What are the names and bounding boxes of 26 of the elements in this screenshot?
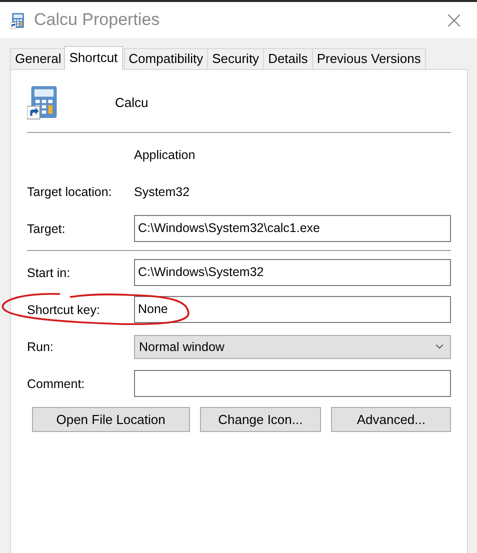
caret-icon	[435, 344, 444, 349]
tab[interactable]: General	[10, 48, 66, 69]
field-label: Shortcut key:	[27, 302, 100, 316]
field-label: Target location:	[27, 184, 112, 198]
field-label: Comment:	[27, 376, 85, 390]
field-label: Run:	[27, 340, 54, 354]
tab[interactable]: Previous Versions	[312, 48, 426, 69]
button[interactable]: Open File Location	[32, 407, 190, 432]
text-field[interactable]: C:\Windows\System32\calc1.exe	[134, 215, 451, 242]
text-field[interactable]: C:\Windows\System32	[134, 259, 451, 286]
field-label: Target:	[27, 222, 66, 236]
button[interactable]: Advanced...	[331, 407, 452, 432]
calculator-icon	[10, 12, 26, 28]
shortcut-name: Calcu	[115, 94, 148, 110]
tab[interactable]: Shortcut	[64, 46, 123, 70]
text-field[interactable]: None	[134, 296, 451, 323]
window-title: Calcu Properties	[34, 10, 161, 30]
value-text: Application	[134, 148, 196, 162]
field-label: Start in:	[27, 266, 70, 280]
input-field[interactable]	[134, 370, 451, 397]
value-text: System32	[134, 184, 190, 198]
close-button[interactable]: ×	[431, 2, 477, 38]
button[interactable]: Change Icon...	[200, 407, 322, 432]
tab[interactable]: Security	[207, 48, 264, 69]
dropdown[interactable]: Normal window	[134, 334, 451, 358]
tab[interactable]: Compatibility	[124, 48, 208, 69]
